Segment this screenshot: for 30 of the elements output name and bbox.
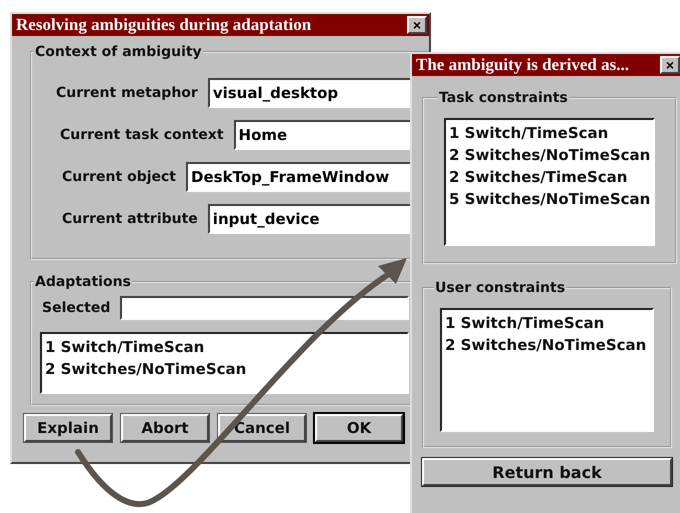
- group-title: Task constraints: [438, 90, 569, 106]
- dialog-button[interactable]: Cancel: [218, 414, 306, 442]
- close-button[interactable]: ×: [660, 56, 680, 74]
- list-item[interactable]: 1 Switch/TimeScan: [445, 312, 649, 334]
- list-item[interactable]: 5 Switches/NoTimeScan: [449, 188, 650, 210]
- list-item[interactable]: 2 Switches/NoTimeScan: [445, 334, 649, 356]
- dialog-button[interactable]: OK: [315, 414, 403, 442]
- group-title: User constraints: [434, 280, 566, 296]
- task-constraints-list[interactable]: 1 Switch/TimeScan 2 Switches/NoTimeScan 2 Switches/TimeScan 5 Switches/NoTimeScan: [444, 118, 656, 246]
- list-item[interactable]: 2 Switches/NoTimeScan: [45, 358, 404, 380]
- adaptations-list[interactable]: 1 Switch/TimeScan 2 Switches/NoTimeScan: [40, 332, 409, 394]
- group-title: Adaptations: [34, 274, 132, 290]
- dialog-button[interactable]: Abort: [121, 414, 209, 442]
- list-item[interactable]: 1 Switch/TimeScan: [449, 122, 650, 144]
- field-label: Selected: [42, 300, 110, 316]
- selected-field[interactable]: [120, 296, 409, 320]
- field-label: Current task context: [60, 127, 224, 143]
- user-constraints-list[interactable]: 1 Switch/TimeScan 2 Switches/NoTimeScan: [440, 308, 654, 432]
- list-item[interactable]: 2 Switches/NoTimeScan: [449, 144, 650, 166]
- field-label: Current attribute: [62, 211, 198, 227]
- window-title: Resolving ambiguities during adaptation: [16, 15, 312, 35]
- dialog-button[interactable]: Explain: [24, 414, 112, 442]
- field-label: Current metaphor: [56, 85, 198, 101]
- field-label: Current object: [62, 169, 176, 185]
- group-title: Context of ambiguity: [34, 44, 203, 60]
- list-item[interactable]: 2 Switches/TimeScan: [449, 166, 650, 188]
- return-back-button[interactable]: Return back: [422, 458, 672, 486]
- list-item[interactable]: 1 Switch/TimeScan: [45, 336, 404, 358]
- window-title: The ambiguity is derived as...: [416, 55, 629, 75]
- close-button[interactable]: ×: [407, 16, 427, 34]
